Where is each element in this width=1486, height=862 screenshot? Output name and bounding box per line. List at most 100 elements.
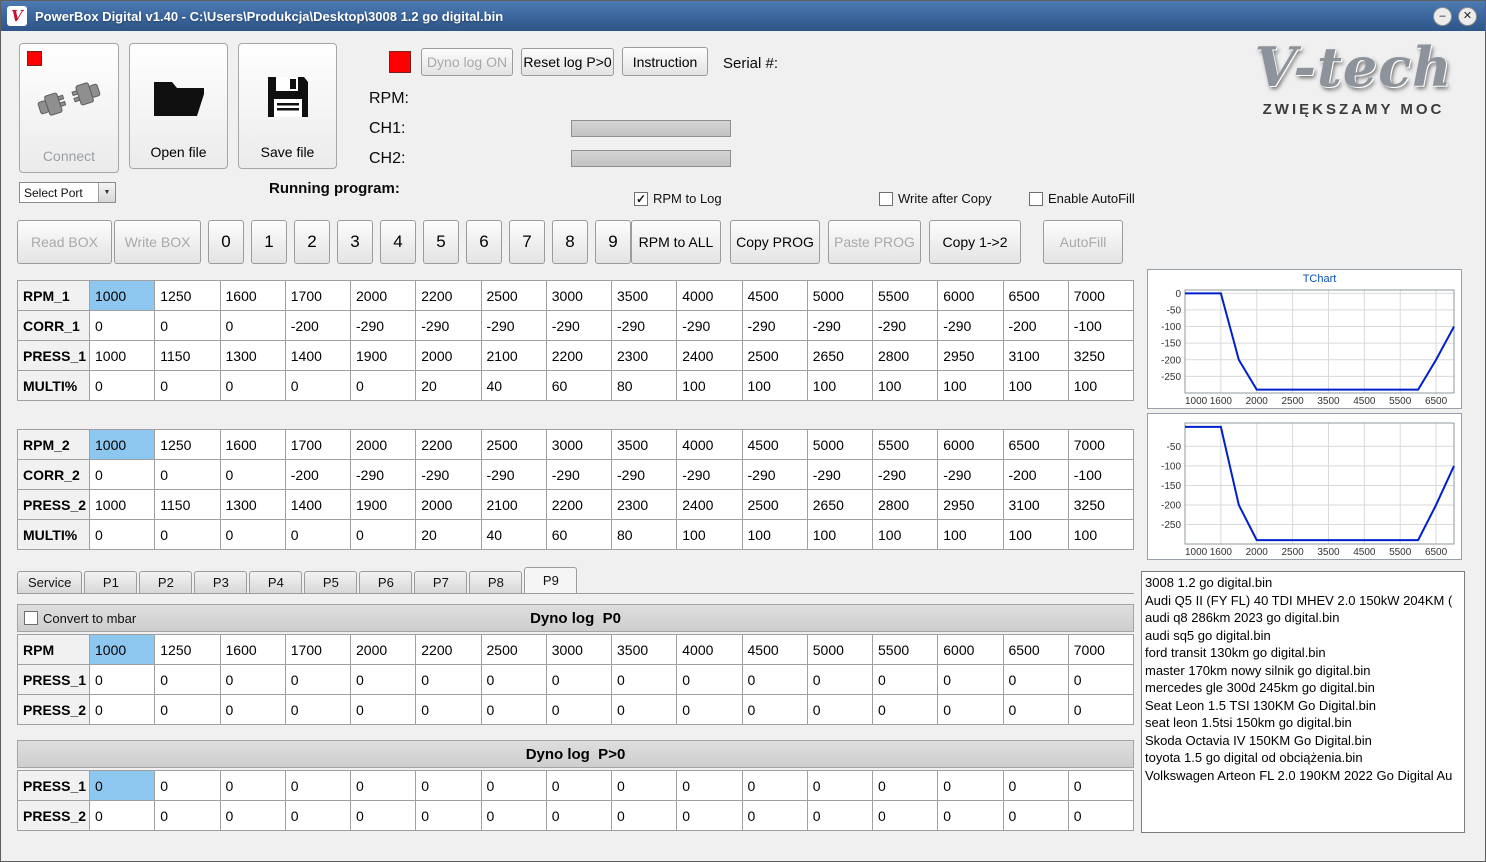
cell-MULTI%-2[interactable]: 0 [219,519,286,550]
program-button-1[interactable]: 1 [251,220,287,264]
cell-PRESS_2-4[interactable]: 0 [349,800,417,831]
cell-PRESS_2-13[interactable]: 0 [937,800,1004,831]
cell-CORR_2-13[interactable]: -290 [937,459,1004,490]
file-list-item[interactable]: Seat Leon 1.5 TSI 130KM Go Digital.bin [1142,697,1464,715]
cell-PRESS_2-14[interactable]: 3100 [1002,489,1069,520]
checkbox-box[interactable]: ✓ [634,191,648,206]
cell-PRESS_1-13[interactable]: 0 [937,664,1004,695]
cell-CORR_1-8[interactable]: -290 [610,310,678,341]
cell-PRESS_2-1[interactable]: 1150 [154,489,221,520]
cell-CORR_1-1[interactable]: 0 [154,310,221,341]
enable-autofill-checkbox[interactable]: Enable AutoFill [1029,191,1135,206]
cell-PRESS_1-1[interactable]: 0 [154,664,221,695]
cell-PRESS_1-2[interactable]: 0 [219,770,286,801]
tab-p2[interactable]: P2 [139,571,193,593]
cell-PRESS_2-2[interactable]: 0 [219,800,286,831]
cell-RPM_2-6[interactable]: 2500 [480,429,547,460]
cell-PRESS_1-9[interactable]: 0 [676,770,743,801]
minimize-button[interactable]: – [1433,6,1452,26]
cell-CORR_1-6[interactable]: -290 [480,310,547,341]
cell-PRESS_1-5[interactable]: 2000 [415,340,482,371]
cell-PRESS_2-7[interactable]: 0 [545,800,613,831]
cell-PRESS_2-9[interactable]: 2400 [676,489,743,520]
cell-RPM_1-10[interactable]: 4500 [741,280,808,311]
cell-PRESS_2-0[interactable]: 1000 [88,489,156,520]
cell-RPM_2-15[interactable]: 7000 [1067,429,1135,460]
cell-RPM_1-5[interactable]: 2200 [415,280,482,311]
cell-PRESS_2-1[interactable]: 0 [154,694,221,725]
cell-CORR_2-14[interactable]: -200 [1002,459,1069,490]
cell-PRESS_1-14[interactable]: 3100 [1002,340,1069,371]
cell-CORR_2-4[interactable]: -290 [349,459,417,490]
cell-PRESS_2-12[interactable]: 0 [871,800,939,831]
cell-RPM-10[interactable]: 4500 [741,634,808,665]
cell-PRESS_1-10[interactable]: 0 [741,770,808,801]
cell-MULTI%-1[interactable]: 0 [154,370,221,401]
cell-RPM_1-11[interactable]: 5000 [806,280,874,311]
cell-PRESS_2-10[interactable]: 0 [741,694,808,725]
paste-prog-button[interactable]: Paste PROG [828,220,921,264]
cell-PRESS_1-11[interactable]: 0 [806,770,874,801]
cell-RPM_1-8[interactable]: 3500 [610,280,678,311]
cell-CORR_2-15[interactable]: -100 [1067,459,1135,490]
cell-MULTI%-5[interactable]: 20 [415,519,482,550]
chevron-down-icon[interactable]: ▼ [98,183,115,202]
tab-p5[interactable]: P5 [304,571,358,593]
cell-RPM_2-10[interactable]: 4500 [741,429,808,460]
cell-MULTI%-15[interactable]: 100 [1067,519,1135,550]
cell-RPM-14[interactable]: 6500 [1002,634,1069,665]
cell-PRESS_1-3[interactable]: 0 [284,770,352,801]
cell-MULTI%-13[interactable]: 100 [937,519,1004,550]
cell-PRESS_1-7[interactable]: 0 [545,770,613,801]
cell-PRESS_1-12[interactable]: 0 [871,664,939,695]
cell-MULTI%-4[interactable]: 0 [349,370,417,401]
cell-PRESS_2-8[interactable]: 2300 [610,489,678,520]
cell-PRESS_2-11[interactable]: 0 [806,694,874,725]
cell-CORR_1-4[interactable]: -290 [349,310,417,341]
tab-p7[interactable]: P7 [414,571,468,593]
cell-PRESS_1-5[interactable]: 0 [415,770,482,801]
cell-PRESS_1-13[interactable]: 2950 [937,340,1004,371]
cell-RPM-15[interactable]: 7000 [1067,634,1135,665]
dyno-log-on-button[interactable]: Dyno log ON [421,48,513,76]
tab-p8[interactable]: P8 [469,571,523,593]
cell-PRESS_1-1[interactable]: 1150 [154,340,221,371]
copy-prog-button[interactable]: Copy PROG [730,220,820,264]
tab-p9[interactable]: P9 [524,567,578,593]
cell-PRESS_2-15[interactable]: 3250 [1067,489,1135,520]
cell-RPM-3[interactable]: 1700 [284,634,352,665]
cell-MULTI%-15[interactable]: 100 [1067,370,1135,401]
close-button[interactable]: ✕ [1458,6,1477,26]
cell-PRESS_2-13[interactable]: 0 [937,694,1004,725]
tab-service[interactable]: Service [17,571,83,593]
cell-CORR_2-3[interactable]: -200 [284,459,352,490]
cell-MULTI%-10[interactable]: 100 [741,519,808,550]
cell-CORR_1-0[interactable]: 0 [88,310,156,341]
cell-RPM_1-7[interactable]: 3000 [545,280,613,311]
autofill-button[interactable]: AutoFill [1043,220,1123,264]
cell-CORR_2-6[interactable]: -290 [480,459,547,490]
cell-PRESS_1-7[interactable]: 2200 [545,340,613,371]
cell-RPM_1-14[interactable]: 6500 [1002,280,1069,311]
cell-RPM_1-6[interactable]: 2500 [480,280,547,311]
cell-PRESS_1-4[interactable]: 0 [349,770,417,801]
cell-PRESS_2-10[interactable]: 0 [741,800,808,831]
cell-PRESS_2-7[interactable]: 2200 [545,489,613,520]
cell-MULTI%-12[interactable]: 100 [871,519,939,550]
cell-RPM-11[interactable]: 5000 [806,634,874,665]
cell-MULTI%-11[interactable]: 100 [806,370,874,401]
cell-MULTI%-12[interactable]: 100 [871,370,939,401]
file-list-item[interactable]: seat leon 1.5tsi 150km go digital.bin [1142,714,1464,732]
cell-MULTI%-4[interactable]: 0 [349,519,417,550]
cell-RPM_2-13[interactable]: 6000 [937,429,1004,460]
cell-RPM-2[interactable]: 1600 [219,634,286,665]
write-after-copy-checkbox[interactable]: Write after Copy [879,191,992,206]
cell-RPM-6[interactable]: 2500 [480,634,547,665]
file-list-item[interactable]: audi q8 286km 2023 go digital.bin [1142,609,1464,627]
file-list-item[interactable]: Skoda Octavia IV 150KM Go Digital.bin [1142,732,1464,750]
cell-RPM_1-1[interactable]: 1250 [154,280,221,311]
cell-PRESS_1-11[interactable]: 0 [806,664,874,695]
cell-PRESS_1-6[interactable]: 0 [480,770,547,801]
cell-MULTI%-0[interactable]: 0 [88,370,156,401]
file-list-item[interactable]: 3008 1.2 go digital.bin [1142,574,1464,592]
